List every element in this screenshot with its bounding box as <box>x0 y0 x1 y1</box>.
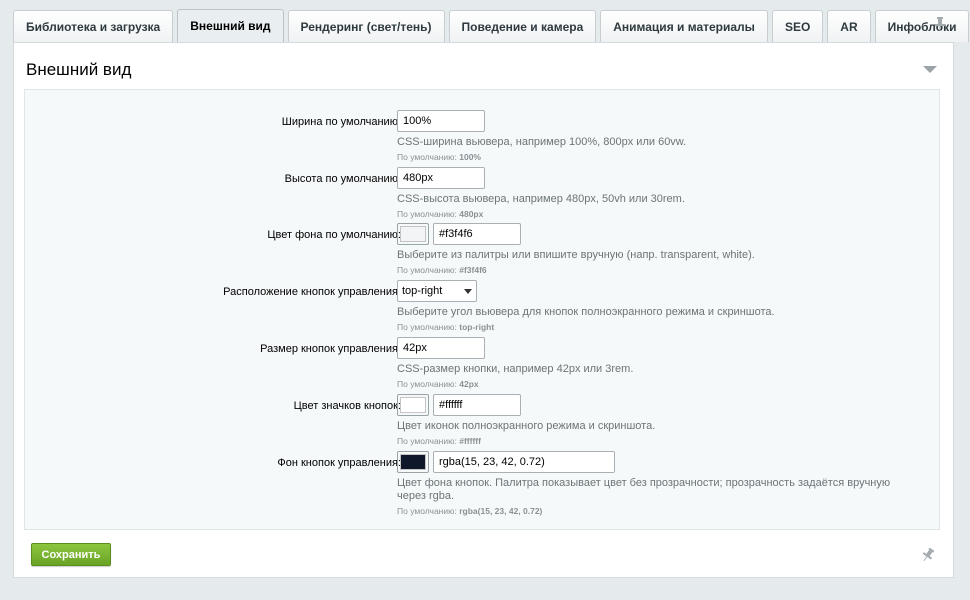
pin-icon[interactable] <box>934 17 946 31</box>
controls-bg-input[interactable] <box>433 451 615 473</box>
field-default: По умолчанию: #ffffff <box>397 436 481 446</box>
tab-appearance[interactable]: Внешний вид <box>177 9 284 42</box>
field-hint: Цвет иконок полноэкранного режима и скри… <box>397 420 656 432</box>
controls-bg-swatch[interactable] <box>397 451 429 473</box>
field-hint: CSS-ширина вьювера, например 100%, 800px… <box>397 136 687 148</box>
icon-color-swatch[interactable] <box>397 394 429 416</box>
tab-bar: Библиотека и загрузка Внешний вид Рендер… <box>13 9 970 42</box>
field-label: Расположение кнопок управления: <box>223 286 401 298</box>
field-hint: Выберите из палитры или впишите вручную … <box>397 249 755 261</box>
field-hint: Цвет фона кнопок. Палитра показывает цве… <box>397 477 891 502</box>
chevron-down-icon <box>464 288 472 294</box>
controls-position-select[interactable]: top-right <box>397 280 477 302</box>
tab-ar[interactable]: AR <box>827 10 871 42</box>
field-hint: CSS-высота вьювера, например 480px, 50vh… <box>397 193 685 205</box>
panel-title: Внешний вид <box>26 60 132 79</box>
bg-color-swatch[interactable] <box>397 223 429 245</box>
tab-behavior-camera[interactable]: Поведение и камера <box>448 10 597 42</box>
field-default: По умолчанию: top-right <box>397 322 495 332</box>
select-value: top-right <box>402 285 443 297</box>
field-label: Цвет значков кнопок: <box>293 400 401 412</box>
width-input[interactable] <box>397 110 485 132</box>
tab-rendering[interactable]: Рендеринг (свет/тень) <box>287 10 445 42</box>
swatch-fill <box>400 454 426 470</box>
field-label: Высота по умолчанию: <box>284 173 401 185</box>
settings-panel: Внешний вид Ширина по умолчанию: CSS-шир… <box>13 42 954 578</box>
field-default: По умолчанию: 42px <box>397 379 479 389</box>
field-default: По умолчанию: #f3f4f6 <box>397 265 487 275</box>
chevron-down-icon[interactable] <box>923 66 937 73</box>
field-hint: Выберите угол вьювера для кнопок полноэк… <box>397 306 775 318</box>
tab-animation-materials[interactable]: Анимация и материалы <box>600 10 768 42</box>
field-default: По умолчанию: rgba(15, 23, 42, 0.72) <box>397 506 543 516</box>
field-default: По умолчанию: 100% <box>397 152 481 162</box>
field-label: Размер кнопок управления: <box>260 343 401 355</box>
field-label: Фон кнопок управления: <box>277 457 401 469</box>
pin-icon[interactable] <box>922 548 934 562</box>
controls-size-input[interactable] <box>397 337 485 359</box>
swatch-fill <box>400 226 426 242</box>
field-label: Цвет фона по умолчанию: <box>267 229 401 241</box>
icon-color-input[interactable] <box>433 394 521 416</box>
tab-library[interactable]: Библиотека и загрузка <box>13 10 174 42</box>
height-input[interactable] <box>397 167 485 189</box>
field-label: Ширина по умолчанию: <box>281 116 401 128</box>
field-default: По умолчанию: 480px <box>397 209 484 219</box>
settings-form: Ширина по умолчанию: CSS-ширина вьювера,… <box>24 89 940 530</box>
swatch-fill <box>400 397 426 413</box>
tab-infoblocks[interactable]: Инфоблоки <box>874 10 970 42</box>
tab-seo[interactable]: SEO <box>771 10 824 42</box>
field-hint: CSS-размер кнопки, например 42px или 3re… <box>397 363 634 375</box>
bg-color-input[interactable] <box>433 223 521 245</box>
save-button[interactable]: Сохранить <box>31 543 111 566</box>
